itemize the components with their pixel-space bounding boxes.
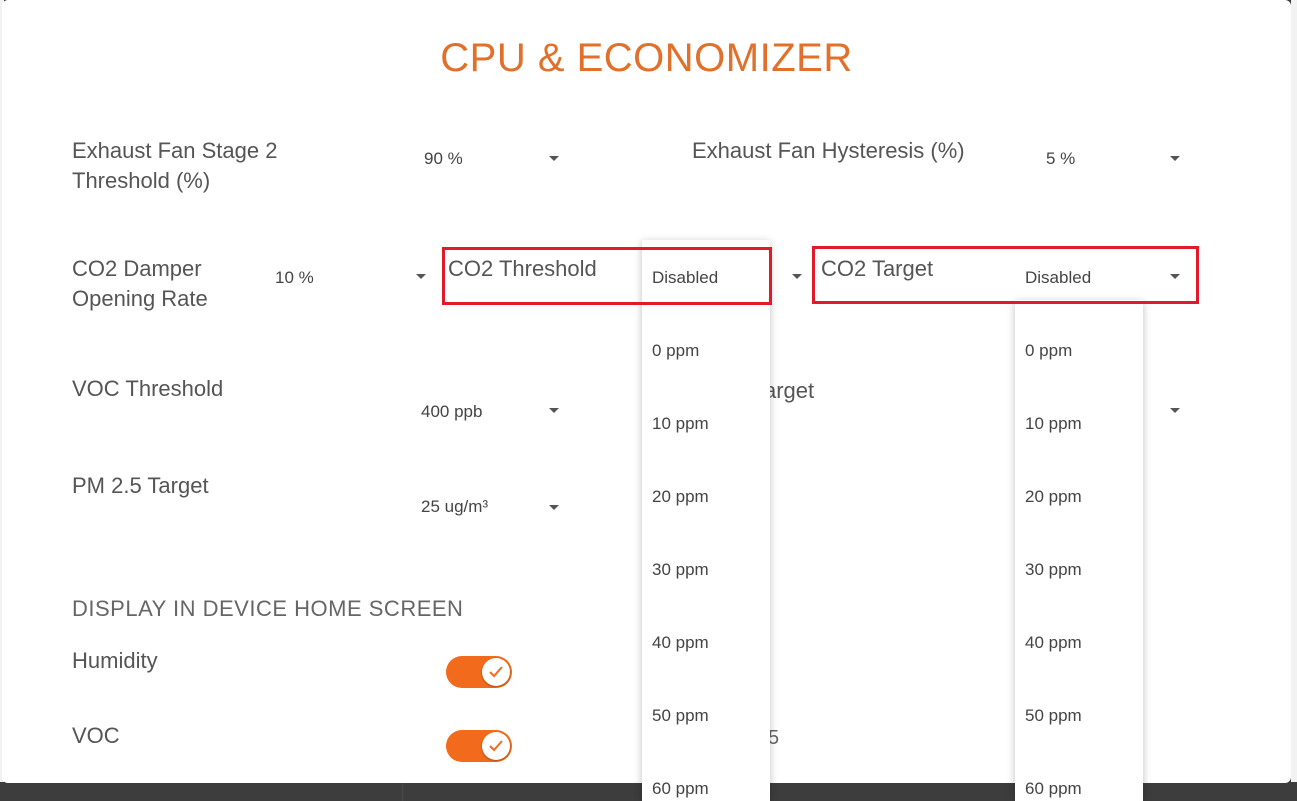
chevron-down-icon (549, 408, 559, 413)
background-edge-right (1291, 0, 1297, 801)
humidity-label: Humidity (72, 648, 158, 673)
co2-damper-label: CO2 Damper Opening Rate (72, 256, 208, 311)
co2-threshold-option[interactable]: 50 ppm (652, 706, 709, 726)
exhaust-fan-hysteresis-label: Exhaust Fan Hysteresis (%) (692, 138, 965, 163)
co2-target-option[interactable]: 30 ppm (1025, 560, 1082, 580)
co2-target-option[interactable]: 60 ppm (1025, 779, 1082, 799)
pm25-target-label: PM 2.5 Target (72, 473, 209, 498)
chevron-down-icon (1170, 408, 1180, 413)
chevron-down-icon (1170, 156, 1180, 161)
voc-target-label: arget (764, 378, 815, 403)
co2-target-option[interactable]: 0 ppm (1025, 341, 1072, 361)
voc-threshold-value: 400 ppb (421, 402, 483, 421)
co2-target-dropdown: 0 ppm 10 ppm 20 ppm 30 ppm 40 ppm 50 ppm… (1015, 300, 1143, 801)
chevron-down-icon (549, 156, 559, 161)
co2-target-option[interactable]: 20 ppm (1025, 487, 1082, 507)
settings-dialog: CPU & ECONOMIZER Exhaust Fan Stage 2 Thr… (2, 0, 1291, 801)
toggle-knob (482, 732, 510, 760)
chevron-down-icon (792, 274, 802, 279)
exhaust-fan-stage2-value: 90 % (424, 149, 463, 168)
co2-damper-value: 10 % (275, 268, 314, 287)
pm25-target-value: 25 ug/m³ (421, 497, 489, 516)
co2-threshold-option[interactable]: 60 ppm (652, 779, 709, 799)
co2-threshold-option[interactable]: 10 ppm (652, 414, 709, 434)
co2-target-option[interactable]: 10 ppm (1025, 414, 1082, 434)
toggle-knob (482, 658, 510, 686)
co2-threshold-dropdown: Disabled 0 ppm 10 ppm 20 ppm 30 ppm 40 p… (642, 240, 770, 801)
dialog-title: CPU & ECONOMIZER (440, 36, 853, 80)
co2-threshold-option[interactable]: 0 ppm (652, 341, 699, 361)
co2-threshold-option[interactable]: 20 ppm (652, 487, 709, 507)
chevron-down-icon (416, 274, 426, 279)
humidity-toggle[interactable] (446, 656, 512, 688)
voc-label: VOC (72, 723, 120, 748)
voc-threshold-label: VOC Threshold (72, 376, 224, 401)
co2-target-option[interactable]: 40 ppm (1025, 633, 1082, 653)
co2-target-option[interactable]: 50 ppm (1025, 706, 1082, 726)
co2-threshold-highlight (442, 247, 772, 305)
exhaust-fan-stage2-label: Exhaust Fan Stage 2 Threshold (%) (72, 138, 278, 193)
chevron-down-icon (549, 505, 559, 510)
voc-toggle[interactable] (446, 730, 512, 762)
check-icon (489, 666, 503, 678)
exhaust-fan-hysteresis-value: 5 % (1046, 149, 1076, 168)
display-section-header: DISPLAY IN DEVICE HOME SCREEN (72, 596, 464, 621)
check-icon (489, 740, 503, 752)
co2-threshold-option[interactable]: 40 ppm (652, 633, 709, 653)
co2-target-highlight (812, 246, 1199, 304)
co2-threshold-option[interactable]: 30 ppm (652, 560, 709, 580)
